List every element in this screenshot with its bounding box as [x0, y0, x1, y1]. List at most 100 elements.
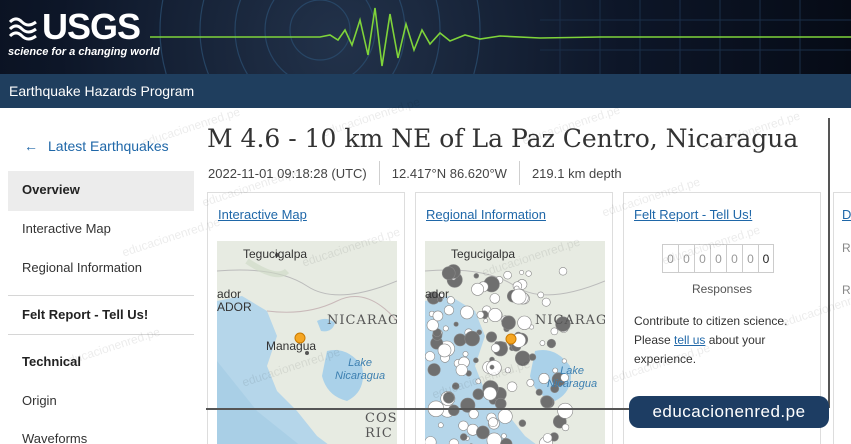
map-label-nicaragua: NICARAG: [327, 313, 397, 328]
partial-card[interactable]: D R R: [833, 192, 851, 444]
historic-earthquake-dot: [459, 433, 468, 441]
historic-earthquake-dot: [471, 282, 484, 296]
felt-report-link[interactable]: Felt Report - Tell Us!: [634, 207, 752, 222]
historic-earthquake-dot: [489, 364, 495, 370]
responses-label: Responses: [691, 282, 753, 296]
historic-earthquake-dot: [489, 293, 501, 304]
program-bar[interactable]: Earthquake Hazards Program: [0, 74, 851, 108]
historic-earthquake-dot: [473, 273, 479, 279]
historic-earthquake-dot: [458, 420, 469, 431]
sidebar-item-label: Waveforms: [22, 431, 88, 444]
historic-earthquake-dot: [546, 338, 556, 349]
event-location: 12.417°N 86.620°W: [391, 165, 507, 181]
interactive-map-link[interactable]: Interactive Map: [218, 207, 307, 222]
historic-earthquake-dot: [453, 333, 467, 347]
sidebar-item-felt-report[interactable]: Felt Report - Tell Us!: [8, 296, 194, 336]
usgs-banner: USGS science for a changing world: [0, 0, 851, 74]
sidebar-item-regional-information[interactable]: Regional Information: [8, 249, 194, 289]
map-label-lake-line1: Lake: [560, 365, 584, 377]
back-link-label: Latest Earthquakes: [48, 138, 169, 154]
vertical-scrollbar[interactable]: [828, 118, 830, 408]
program-title[interactable]: Earthquake Hazards Program: [9, 83, 194, 99]
sidebar-section-technical: Technical: [8, 343, 194, 383]
partial-text: R: [842, 283, 851, 297]
historic-earthquake-dot: [519, 269, 524, 275]
map-label-lake: Lake Nicaragua: [335, 357, 385, 383]
interactive-map-thumbnail[interactable]: Tegucigalpa ador ADOR NICARAG Managua La…: [217, 241, 397, 444]
usgs-tagline: science for a changing world: [8, 46, 160, 58]
map-graphic: [425, 241, 605, 444]
sidebar-item-label: Interactive Map: [22, 221, 111, 236]
historic-earthquake-dot: [448, 404, 460, 417]
sidebar-item-origin[interactable]: Origin: [8, 382, 194, 422]
historic-earthquake-dot: [497, 408, 513, 424]
historic-earthquake-dot: [491, 343, 501, 353]
sidebar-item-waveforms[interactable]: Waveforms: [8, 420, 194, 444]
sidebar-nav: ← Latest Earthquakes Overview Interactiv…: [0, 108, 202, 444]
sidebar-item-label: Technical: [22, 354, 82, 369]
sidebar-item-overview[interactable]: Overview: [8, 171, 194, 211]
historic-earthquake-dot: [443, 305, 454, 316]
arrow-left-icon: ←: [24, 138, 38, 154]
historic-earthquake-dot: [561, 423, 570, 432]
map-label-lake-line2: Nicaragua: [547, 378, 598, 390]
usgs-logo-text: USGS: [42, 6, 141, 47]
regional-information-link[interactable]: Regional Information: [426, 207, 546, 222]
historic-earthquake-dot: [535, 388, 543, 396]
historic-earthquake-dot: [541, 297, 551, 307]
historic-earthquake-dot: [438, 422, 444, 428]
historic-earthquake-dot: [528, 353, 537, 361]
historic-earthquake-dot: [557, 402, 574, 419]
counter-digit: 0: [742, 244, 758, 273]
historic-earthquake-dot: [468, 408, 479, 420]
regional-map-thumbnail[interactable]: Tegucigalpa ador NICARAG Lake Nicaragua: [425, 241, 605, 444]
historic-earthquake-dot: [472, 388, 484, 400]
historic-earthquake-dot: [473, 357, 479, 364]
divider: [378, 161, 380, 185]
historic-earthquake-dot: [517, 315, 532, 330]
map-label-costa-line2: RIC: [365, 426, 393, 441]
map-label-lake-line1: Lake: [348, 357, 372, 369]
partial-card-link[interactable]: D: [842, 207, 851, 222]
map-label-ador-upper: ADOR: [217, 300, 252, 314]
watermark-badge: educacionenred.pe: [629, 396, 829, 428]
historic-earthquake-dot: [526, 378, 535, 387]
historic-earthquake-dot: [455, 364, 468, 377]
epicenter-marker: [505, 333, 517, 345]
historic-earthquake-dot: [510, 288, 527, 305]
historic-earthquake-dot: [561, 358, 567, 364]
sidebar-item-label: Regional Information: [22, 260, 142, 275]
event-meta: 2022-11-01 09:18:28 (UTC) 12.417°N 86.62…: [208, 161, 622, 185]
interactive-map-card[interactable]: Interactive Map Tegucigalpa ador ADOR NI…: [207, 192, 405, 444]
map-label-ador: ador: [425, 287, 450, 301]
historic-earthquake-dot: [437, 343, 452, 358]
historic-earthquake-dot: [504, 367, 511, 374]
historic-earthquake-dot: [442, 391, 455, 404]
historic-earthquake-dot: [453, 321, 459, 327]
historic-earthquake-dot: [501, 433, 507, 439]
sidebar-item-interactive-map[interactable]: Interactive Map: [8, 210, 194, 250]
historic-earthquake-dot: [558, 267, 568, 276]
historic-earthquake-dot: [506, 381, 518, 392]
historic-earthquake-dot: [540, 395, 554, 409]
historic-earthquake-dot: [483, 386, 497, 401]
historic-earthquake-dot: [483, 318, 489, 323]
sidebar-item-label: Overview: [22, 182, 80, 197]
usgs-logo[interactable]: USGS science for a changing world: [8, 6, 160, 59]
historic-earthquake-dot: [432, 310, 444, 322]
map-label-ador: ador: [217, 287, 242, 301]
tell-us-link[interactable]: tell us: [674, 333, 705, 347]
map-label-nicaragua: NICARAG: [535, 313, 605, 328]
historic-earthquake-dot: [514, 350, 531, 367]
partial-text: R: [842, 241, 851, 255]
back-to-latest-link[interactable]: ← Latest Earthquakes: [24, 138, 169, 154]
counter-digit: 0: [662, 244, 678, 273]
map-label-tegucigalpa: Tegucigalpa: [451, 247, 516, 261]
historic-earthquake-dot: [485, 331, 497, 343]
counter-digit: 0: [758, 244, 774, 273]
divider: [518, 161, 520, 185]
regional-information-card[interactable]: Regional Information Tegucigalpa ador NI…: [415, 192, 613, 444]
counter-digit: 0: [694, 244, 710, 273]
sidebar-item-label: Origin: [22, 393, 57, 408]
historic-earthquake-dot: [476, 425, 490, 440]
